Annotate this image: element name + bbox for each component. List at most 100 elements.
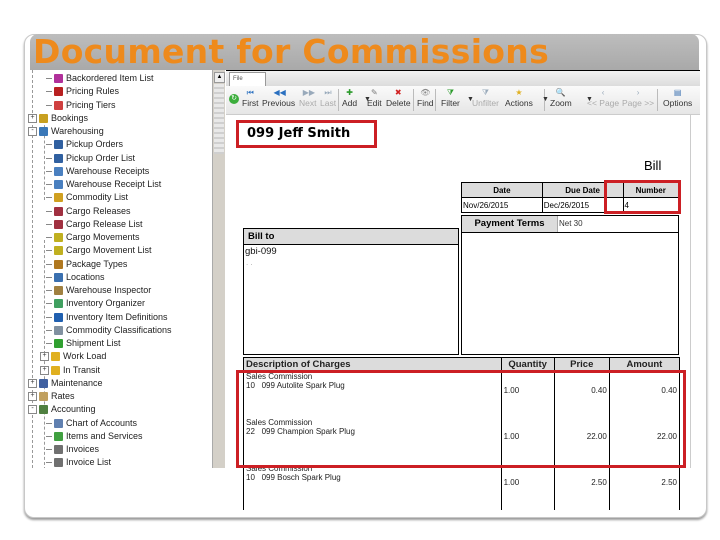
sidebar-item[interactable]: Inventory Item Definitions xyxy=(46,311,168,324)
tree-connector xyxy=(46,343,52,344)
sidebar-item-label: Package Types xyxy=(66,258,128,269)
date-header: Date xyxy=(461,182,543,198)
expand-icon[interactable]: + xyxy=(40,352,49,362)
filter-icon: ⧩ xyxy=(446,88,454,97)
cargo-release-list-icon xyxy=(54,219,63,229)
toolbar-button-label: Zoom xyxy=(550,98,572,108)
collapse-icon[interactable]: - xyxy=(28,127,37,136)
sidebar-item[interactable]: Commodity Classifications xyxy=(46,324,172,337)
tab-strip: File xyxy=(226,70,700,87)
work-load-icon xyxy=(51,352,60,362)
warehouse-receipt-list-icon xyxy=(54,180,63,189)
sidebar-item[interactable]: Items and Services xyxy=(46,430,143,443)
sidebar-item[interactable]: + In Transit xyxy=(40,364,100,377)
expand-icon[interactable]: + xyxy=(28,113,37,123)
sidebar-item[interactable]: + Work Load xyxy=(40,350,106,363)
actions-button[interactable]: ★ Actions xyxy=(505,88,533,112)
document-scrollbar[interactable] xyxy=(690,115,699,468)
sidebar-item[interactable]: Pickup Orders xyxy=(46,138,123,151)
sidebar-item[interactable]: Warehouse Receipts xyxy=(46,165,149,178)
warehousing-icon xyxy=(39,127,48,136)
charge-item: 10 099 Bosch Spark Plug xyxy=(246,473,341,482)
sidebar-item[interactable]: Shipment List xyxy=(46,337,121,350)
collapse-icon[interactable]: - xyxy=(28,405,37,415)
zoom-button[interactable]: 🔍 Zoom xyxy=(550,88,572,112)
add-button[interactable]: ✚ Add xyxy=(342,88,357,112)
scroll-thumb[interactable] xyxy=(214,84,224,154)
tree-connector xyxy=(46,144,52,146)
dropdown-caret-icon[interactable]: ▼ xyxy=(586,96,593,103)
tree-connector xyxy=(46,210,52,212)
first-button[interactable]: ⏮ First xyxy=(242,88,259,112)
sidebar-item[interactable]: Cargo Release List xyxy=(46,218,143,231)
sidebar-item[interactable]: Backordered Item List xyxy=(46,72,154,85)
sidebar-item-label: Inventory Item Definitions xyxy=(66,311,168,322)
sidebar-item-label: Bookings xyxy=(51,112,89,123)
sidebar-item[interactable]: Locations xyxy=(46,271,105,284)
options-icon: ▤ xyxy=(673,88,682,97)
find-button[interactable]: 👁 Find xyxy=(417,88,434,112)
warehouse-inspector-icon xyxy=(54,286,63,295)
sidebar-item-label: Inventory Organizer xyxy=(66,298,146,309)
pricing-tiers-icon xyxy=(54,100,63,110)
document-type: Bill xyxy=(644,158,662,173)
dropdown-caret-icon[interactable]: ▼ xyxy=(467,96,474,103)
sidebar-item[interactable]: Invoices xyxy=(46,443,99,456)
sidebar-item[interactable]: - Warehousing xyxy=(28,125,104,138)
sidebar-item[interactable]: Pricing Tiers xyxy=(46,99,116,112)
sidebar-item[interactable]: + Bookings xyxy=(28,112,88,125)
delete-button[interactable]: ✖ Delete xyxy=(386,88,411,112)
sidebar-item[interactable]: Chart of Accounts xyxy=(46,417,137,430)
toolbar: ↻ ⏮ First ◀◀ Previous ▶▶ Next ⏭ Last ✚ Add ✎ Edit ✖ D… xyxy=(226,86,700,115)
tab-file[interactable]: File xyxy=(229,72,266,86)
chart-of-accounts-icon xyxy=(54,418,63,428)
expand-icon[interactable]: + xyxy=(28,392,37,401)
tree-connector xyxy=(46,422,52,424)
expand-icon[interactable]: + xyxy=(28,378,37,388)
previous-button[interactable]: ◀◀ Previous xyxy=(262,88,295,112)
cargo-releases-icon xyxy=(54,206,63,216)
toolbar-button-label: Unfilter xyxy=(472,98,499,108)
sidebar-item[interactable]: Package Types xyxy=(46,258,127,271)
dropdown-caret-icon[interactable]: ▼ xyxy=(542,96,549,103)
sidebar-item[interactable]: Invoice List xyxy=(46,456,111,468)
unfilter-button[interactable]: ⧩ Unfilter xyxy=(472,88,499,112)
sidebar-item[interactable]: Cargo Movements xyxy=(46,231,140,244)
sidebar-item[interactable]: + Rates xyxy=(28,390,75,403)
sidebar-item[interactable]: Commodity List xyxy=(46,191,128,204)
options-button[interactable]: ▤ Options xyxy=(663,88,692,112)
sidebar-item[interactable]: Pickup Order List xyxy=(46,152,135,165)
unfilter-icon: ⧩ xyxy=(481,88,490,97)
date-value: Nov/26/2015 xyxy=(461,197,543,213)
sidebar-scrollbar[interactable]: ▲ xyxy=(212,70,225,468)
next-icon: ▶▶ xyxy=(302,88,316,97)
toolbar-button-label: Find xyxy=(417,98,434,108)
refresh-icon[interactable]: ↻ xyxy=(229,94,239,104)
filter-button[interactable]: ⧩ Filter xyxy=(441,88,460,112)
sidebar-item[interactable]: Pricing Rules xyxy=(46,85,119,98)
sidebar-item[interactable]: Warehouse Receipt List xyxy=(46,178,161,191)
charge-price: 2.50 xyxy=(553,464,610,510)
sidebar-item[interactable]: Cargo Releases xyxy=(46,205,131,218)
page-button[interactable]: › Page >> xyxy=(622,88,654,112)
scroll-up-arrow-icon[interactable]: ▲ xyxy=(214,72,225,83)
last-button[interactable]: ⏭ Last xyxy=(320,88,336,112)
sidebar-item[interactable]: Warehouse Inspector xyxy=(46,284,151,297)
items-services-icon xyxy=(54,431,63,441)
toolbar-button-label: Next xyxy=(299,98,317,108)
charges-highlight xyxy=(236,370,686,468)
sidebar-item-label: Cargo Movements xyxy=(66,232,140,242)
next-button[interactable]: ▶▶ Next xyxy=(299,88,316,112)
sidebar-item[interactable]: - Accounting xyxy=(28,403,96,416)
tree-connector xyxy=(46,435,52,437)
sidebar-item[interactable]: Cargo Movement List xyxy=(46,244,152,257)
sidebar-item[interactable]: Inventory Organizer xyxy=(46,297,145,310)
tree-connector xyxy=(46,250,52,252)
charge-quantity: 1.00 xyxy=(500,464,555,510)
expand-icon[interactable]: + xyxy=(40,365,49,375)
bill-to-value: gbi-099 xyxy=(245,246,277,257)
sidebar-item-label: Pickup Orders xyxy=(66,139,124,150)
toolbar-button-label: Previous xyxy=(262,98,296,108)
sidebar-item[interactable]: + Maintenance xyxy=(28,377,103,390)
dropdown-caret-icon[interactable]: ▼ xyxy=(364,96,371,103)
